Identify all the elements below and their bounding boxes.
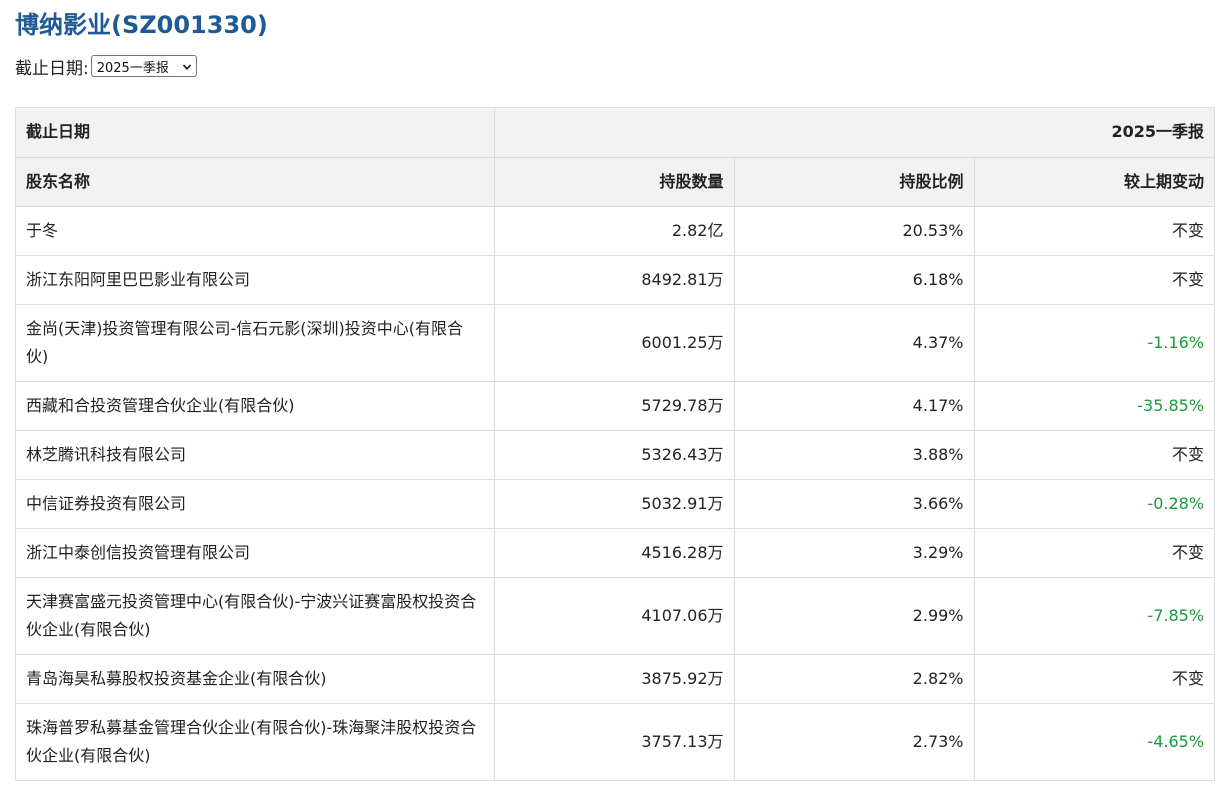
share-ratio: 3.88% (733, 429, 975, 480)
share-ratio: 6.18% (733, 254, 975, 305)
table-row: 天津赛富盛元投资管理中心(有限合伙)-宁波兴证赛富股权投资合伙企业(有限合伙) 4… (16, 576, 1215, 655)
column-header-change: 较上期变动 (973, 156, 1215, 207)
shareholder-name: 天津赛富盛元投资管理中心(有限合伙)-宁波兴证赛富股权投资合伙企业(有限合伙) (16, 576, 495, 655)
table-row: 浙江东阳阿里巴巴影业有限公司 8492.81万 6.18% 不变 (16, 254, 1215, 305)
share-count: 8492.81万 (493, 254, 735, 305)
share-count: 5326.43万 (493, 429, 735, 480)
share-ratio: 4.17% (733, 380, 975, 431)
share-count: 2.82亿 (493, 205, 735, 256)
date-filter: 截止日期: 2025一季报 (15, 53, 197, 79)
share-change: -1.16% (973, 303, 1215, 382)
shareholder-name: 金尚(天津)投资管理有限公司-信石元影(深圳)投资中心(有限合伙) (16, 303, 495, 382)
shareholder-name: 青岛海昊私募股权投资基金企业(有限合伙) (16, 653, 495, 704)
share-change: -35.85% (973, 380, 1215, 431)
table-row: 青岛海昊私募股权投资基金企业(有限合伙) 3875.92万 2.82% 不变 (16, 653, 1215, 704)
column-header-row: 股东名称 持股数量 持股比例 较上期变动 (16, 156, 1215, 207)
share-count: 4107.06万 (493, 576, 735, 655)
share-count: 3757.13万 (493, 702, 735, 780)
shareholder-name: 于冬 (16, 205, 495, 256)
column-header-shares: 持股数量 (493, 156, 735, 207)
date-header-value: 2025一季报 (493, 108, 1215, 158)
table-row: 中信证券投资有限公司 5032.91万 3.66% -0.28% (16, 478, 1215, 529)
share-change: -4.65% (973, 702, 1215, 780)
table-row: 于冬 2.82亿 20.53% 不变 (16, 205, 1215, 256)
shareholder-name: 中信证券投资有限公司 (16, 478, 495, 529)
share-change: -0.28% (973, 478, 1215, 529)
table-row: 西藏和合投资管理合伙企业(有限合伙) 5729.78万 4.17% -35.85% (16, 380, 1215, 431)
share-count: 5032.91万 (493, 478, 735, 529)
table-row: 浙江中泰创信投资管理有限公司 4516.28万 3.29% 不变 (16, 527, 1215, 578)
shareholder-name: 西藏和合投资管理合伙企业(有限合伙) (16, 380, 495, 431)
date-header-label: 截止日期 (16, 108, 495, 158)
chevron-down-icon (182, 61, 192, 71)
share-change: 不变 (973, 429, 1215, 480)
shareholder-name: 林芝腾讯科技有限公司 (16, 429, 495, 480)
table-row: 金尚(天津)投资管理有限公司-信石元影(深圳)投资中心(有限合伙) 6001.25… (16, 303, 1215, 382)
share-count: 5729.78万 (493, 380, 735, 431)
share-ratio: 3.29% (733, 527, 975, 578)
share-ratio: 2.99% (733, 576, 975, 655)
shareholder-name: 浙江中泰创信投资管理有限公司 (16, 527, 495, 578)
share-change: 不变 (973, 254, 1215, 305)
share-change: 不变 (973, 653, 1215, 704)
share-change: -7.85% (973, 576, 1215, 655)
page-title: 博纳影业(SZ001330) (15, 11, 268, 39)
table-row: 珠海普罗私募基金管理合伙企业(有限合伙)-珠海聚沣股权投资合伙企业(有限合伙) 3… (16, 702, 1215, 780)
share-ratio: 3.66% (733, 478, 975, 529)
share-count: 3875.92万 (493, 653, 735, 704)
share-count: 4516.28万 (493, 527, 735, 578)
column-header-name: 股东名称 (16, 156, 495, 207)
date-select[interactable]: 2025一季报 (90, 55, 197, 77)
date-select-value: 2025一季报 (96, 60, 169, 76)
shareholder-name: 珠海普罗私募基金管理合伙企业(有限合伙)-珠海聚沣股权投资合伙企业(有限合伙) (16, 702, 495, 780)
share-ratio: 2.73% (733, 702, 975, 780)
share-ratio: 20.53% (733, 205, 975, 256)
date-header-row: 截止日期 2025一季报 (16, 108, 1215, 158)
table-row: 林芝腾讯科技有限公司 5326.43万 3.88% 不变 (16, 429, 1215, 480)
share-ratio: 2.82% (733, 653, 975, 704)
share-count: 6001.25万 (493, 303, 735, 382)
column-header-ratio: 持股比例 (733, 156, 975, 207)
shareholder-name: 浙江东阳阿里巴巴影业有限公司 (16, 254, 495, 305)
share-change: 不变 (973, 205, 1215, 256)
date-filter-label: 截止日期: (15, 58, 89, 79)
share-change: 不变 (973, 527, 1215, 578)
shareholder-table: 截止日期 2025一季报 股东名称 持股数量 持股比例 较上期变动 于冬 2.82… (15, 107, 1215, 781)
share-ratio: 4.37% (733, 303, 975, 382)
